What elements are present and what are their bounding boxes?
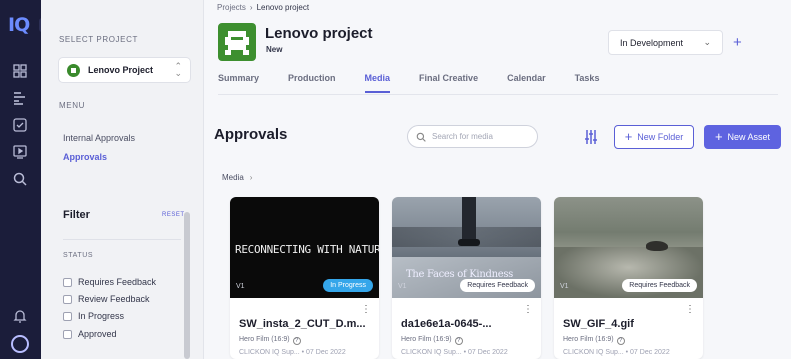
- tab-media[interactable]: Media: [364, 73, 391, 93]
- chevron-down-icon: ⌄: [703, 37, 711, 47]
- filter-option-requires-feedback[interactable]: Requires Feedback: [63, 277, 156, 287]
- media-card[interactable]: The Faces of Kindness V1 Requires Feedba…: [392, 197, 541, 359]
- breadcrumb-projects[interactable]: Projects: [217, 3, 246, 12]
- app-logo[interactable]: IQ: [8, 14, 30, 36]
- breadcrumb: Projects › Lenovo project: [217, 3, 310, 12]
- tab-final-creative[interactable]: Final Creative: [419, 73, 478, 93]
- card-meta: CLICKON IQ Sup... • 07 Dec 2022: [239, 349, 346, 356]
- status-badge: Requires Feedback: [460, 279, 535, 292]
- project-selector[interactable]: Lenovo Project ⌃ ⌄: [58, 57, 191, 83]
- search-box[interactable]: [407, 125, 538, 148]
- sidebar: SELECT PROJECT Lenovo Project ⌃ ⌄ MENU In…: [41, 0, 204, 359]
- chevron-updown-icon: ⌃ ⌄: [174, 61, 182, 78]
- tab-production[interactable]: Production: [288, 73, 336, 93]
- project-icon: [67, 63, 80, 77]
- grid-icon[interactable]: [12, 63, 28, 79]
- more-options-icon[interactable]: ⋮: [685, 305, 695, 315]
- left-rail: IQ ›: [0, 0, 51, 359]
- card-format: Hero Film (16:9)?: [563, 336, 625, 345]
- card-title[interactable]: SW_insta_2_CUT_D.m...: [239, 318, 366, 330]
- chevron-right-icon: ›: [249, 173, 253, 182]
- new-folder-button[interactable]: + New Folder: [614, 125, 694, 149]
- thumbnail-caption: RECONNECTING WITH NATURE: [235, 243, 379, 256]
- media-card[interactable]: RECONNECTING WITH NATURE V1 In Progress …: [230, 197, 379, 359]
- menu-item-approvals[interactable]: Approvals: [63, 152, 107, 162]
- checkbox[interactable]: [63, 329, 72, 339]
- menu-label: MENU: [59, 101, 85, 110]
- breadcrumb-current: Lenovo project: [256, 3, 310, 12]
- tab-calendar[interactable]: Calendar: [507, 73, 546, 93]
- card-title[interactable]: da1e6e1a-0645-...: [401, 318, 492, 330]
- checkbox[interactable]: [63, 294, 72, 304]
- card-format: Hero Film (16:9)?: [401, 336, 463, 345]
- tab-tasks[interactable]: Tasks: [575, 73, 600, 93]
- section-title: Approvals: [214, 126, 288, 143]
- media-thumbnail[interactable]: RECONNECTING WITH NATURE V1 In Progress: [230, 197, 379, 298]
- new-asset-button[interactable]: + New Asset: [704, 125, 781, 149]
- timeline-icon[interactable]: [12, 90, 28, 106]
- menu-item-internal-approvals[interactable]: Internal Approvals: [63, 133, 135, 143]
- filter-option-in-progress[interactable]: In Progress: [63, 311, 124, 321]
- tab-bar: Summary Production Media Final Creative …: [218, 73, 628, 93]
- checkbox[interactable]: [63, 277, 72, 287]
- status-dropdown-value: In Development: [620, 37, 684, 48]
- media-card[interactable]: V1 Requires Feedback SW_GIF_4.gif ⋮ Hero…: [554, 197, 703, 359]
- plus-icon: +: [714, 129, 723, 144]
- more-options-icon[interactable]: ⋮: [523, 305, 533, 315]
- bell-icon[interactable]: [12, 308, 28, 324]
- version-label: V1: [560, 283, 569, 290]
- tab-summary[interactable]: Summary: [218, 73, 259, 93]
- checkbox[interactable]: [63, 311, 72, 321]
- search-icon: [416, 132, 426, 142]
- search-input[interactable]: [432, 132, 532, 141]
- media-thumbnail[interactable]: The Faces of Kindness V1 Requires Feedba…: [392, 197, 541, 298]
- help-icon[interactable]: ?: [454, 337, 463, 345]
- media-breadcrumb[interactable]: Media ›: [222, 173, 252, 182]
- project-image: [218, 23, 256, 61]
- version-label: V1: [236, 283, 245, 290]
- status-label: STATUS: [63, 252, 94, 259]
- main-content: Projects › Lenovo project Lenovo project N…: [204, 0, 791, 359]
- filter-option-review-feedback[interactable]: Review Feedback: [63, 294, 150, 304]
- add-icon[interactable]: +: [733, 34, 742, 51]
- help-icon[interactable]: ?: [292, 337, 301, 345]
- tab-divider: [218, 94, 778, 95]
- play-screen-icon[interactable]: [12, 144, 28, 160]
- filter-sliders-icon[interactable]: [583, 129, 599, 145]
- status-dropdown[interactable]: In Development ⌄: [608, 30, 723, 55]
- project-selector-value: Lenovo Project: [88, 65, 154, 75]
- select-project-label: SELECT PROJECT: [59, 35, 138, 44]
- search-icon[interactable]: [12, 171, 28, 187]
- card-title[interactable]: SW_GIF_4.gif: [563, 318, 634, 330]
- checkbox-icon[interactable]: [12, 117, 28, 133]
- status-badge: Requires Feedback: [622, 279, 697, 292]
- plus-icon: +: [624, 129, 633, 144]
- media-thumbnail[interactable]: V1 Requires Feedback: [554, 197, 703, 298]
- filter-scrollbar[interactable]: [184, 212, 190, 359]
- page-title: Lenovo project: [265, 25, 373, 42]
- status-badge: In Progress: [323, 279, 373, 292]
- user-avatar-icon[interactable]: [11, 335, 29, 353]
- help-icon[interactable]: ?: [616, 337, 625, 345]
- filter-title: Filter: [63, 209, 90, 221]
- card-meta: CLICKON IQ Sup... • 07 Dec 2022: [401, 349, 508, 356]
- filter-option-approved[interactable]: Approved: [63, 329, 117, 339]
- version-label: V1: [398, 283, 407, 290]
- project-status-text: New: [266, 45, 283, 54]
- card-format: Hero Film (16:9)?: [239, 336, 301, 345]
- card-meta: CLICKON IQ Sup... • 07 Dec 2022: [563, 349, 670, 356]
- filter-reset-link[interactable]: RESET: [162, 212, 185, 218]
- filter-divider: [63, 239, 181, 240]
- more-options-icon[interactable]: ⋮: [361, 305, 371, 315]
